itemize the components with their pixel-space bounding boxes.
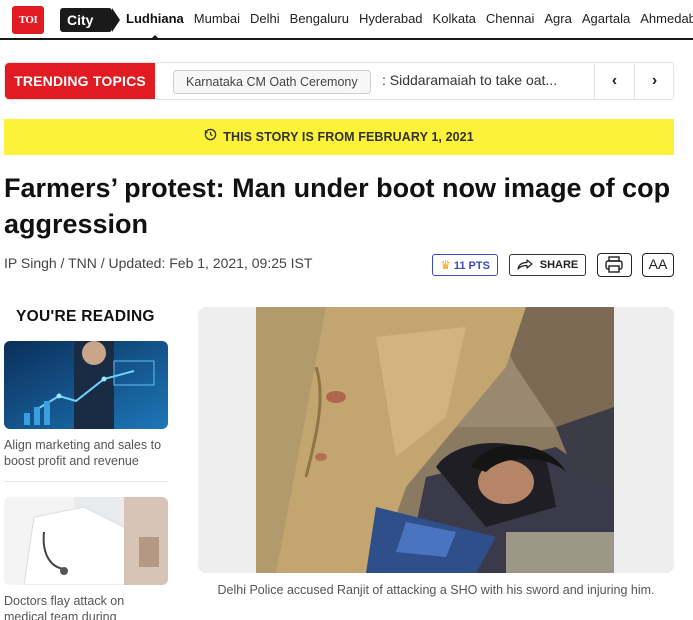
share-label: SHARE <box>539 259 579 271</box>
youre-reading-heading: YOU'RE READING <box>16 308 155 325</box>
toi-logo[interactable]: TOI <box>12 6 44 34</box>
share-button[interactable]: SHARE <box>509 254 586 276</box>
article-headline: Farmers’ protest: Man under boot now ima… <box>4 173 671 239</box>
city-link-ahmedabad[interactable]: Ahmedabad <box>640 10 693 28</box>
story-date-banner: THIS STORY IS FROM FEBRUARY 1, 2021 <box>4 119 674 155</box>
city-link-chennai[interactable]: Chennai <box>486 10 534 28</box>
marketing-thumbnail <box>4 341 168 429</box>
doctors-thumbnail <box>4 497 168 585</box>
history-clock-icon <box>204 119 217 155</box>
top-navigation: TOI City Ludhiana Mumbai Delhi Bengaluru… <box>0 0 693 40</box>
trending-next-button[interactable]: › <box>634 63 674 99</box>
chevron-right-icon: › <box>651 72 658 89</box>
trending-topic-headline[interactable]: : Siddaramaiah to take oat... <box>382 72 557 88</box>
city-link-mumbai[interactable]: Mumbai <box>194 10 240 28</box>
city-link-bengaluru[interactable]: Bengaluru <box>290 10 349 28</box>
city-link-hyderabad[interactable]: Hyderabad <box>359 10 423 28</box>
article-byline: IP Singh / TNN / Updated: Feb 1, 2021, 0… <box>4 255 313 271</box>
sidebar-card-marketing[interactable]: Align marketing and sales to boost profi… <box>4 341 168 469</box>
sidebar-card-title: Doctors flay attack on medical team duri… <box>4 594 125 620</box>
story-date-text: THIS STORY IS FROM FEBRUARY 1, 2021 <box>223 130 474 144</box>
points-value: 11 PTS <box>453 260 490 272</box>
city-list: Ludhiana Mumbai Delhi Bengaluru Hyderaba… <box>126 10 693 40</box>
trending-topic-chip[interactable]: Karnataka CM Oath Ceremony <box>173 70 371 94</box>
city-link-ludhiana[interactable]: Ludhiana <box>126 10 184 40</box>
chevron-left-icon: ‹ <box>611 72 618 89</box>
crown-icon: ♛ <box>440 258 451 272</box>
image-caption: Delhi Police accused Ranjit of attacking… <box>217 583 655 597</box>
share-arrow-icon <box>517 258 540 271</box>
trending-prev-button[interactable]: ‹ <box>594 63 634 99</box>
text-size-button[interactable]: AA <box>642 253 674 277</box>
city-link-kolkata[interactable]: Kolkata <box>433 10 476 28</box>
article-photo[interactable] <box>256 307 614 573</box>
trending-topics-bar: TRENDING TOPICS Karnataka CM Oath Ceremo… <box>4 62 674 100</box>
city-section-tag[interactable]: City <box>60 8 120 32</box>
sidebar-divider <box>4 481 168 482</box>
sidebar-card-doctors[interactable]: Doctors flay attack on medical team duri… <box>4 497 168 620</box>
printer-icon <box>598 256 630 279</box>
sidebar-card-title: Align marketing and sales to boost profi… <box>4 438 162 468</box>
city-link-delhi[interactable]: Delhi <box>250 10 280 28</box>
points-badge[interactable]: ♛ 11 PTS <box>432 254 498 276</box>
print-button[interactable] <box>597 253 632 277</box>
trending-topics-label: TRENDING TOPICS <box>5 63 155 99</box>
city-link-agra[interactable]: Agra <box>544 10 571 28</box>
article-image-container <box>198 307 674 573</box>
city-link-agartala[interactable]: Agartala <box>582 10 630 28</box>
